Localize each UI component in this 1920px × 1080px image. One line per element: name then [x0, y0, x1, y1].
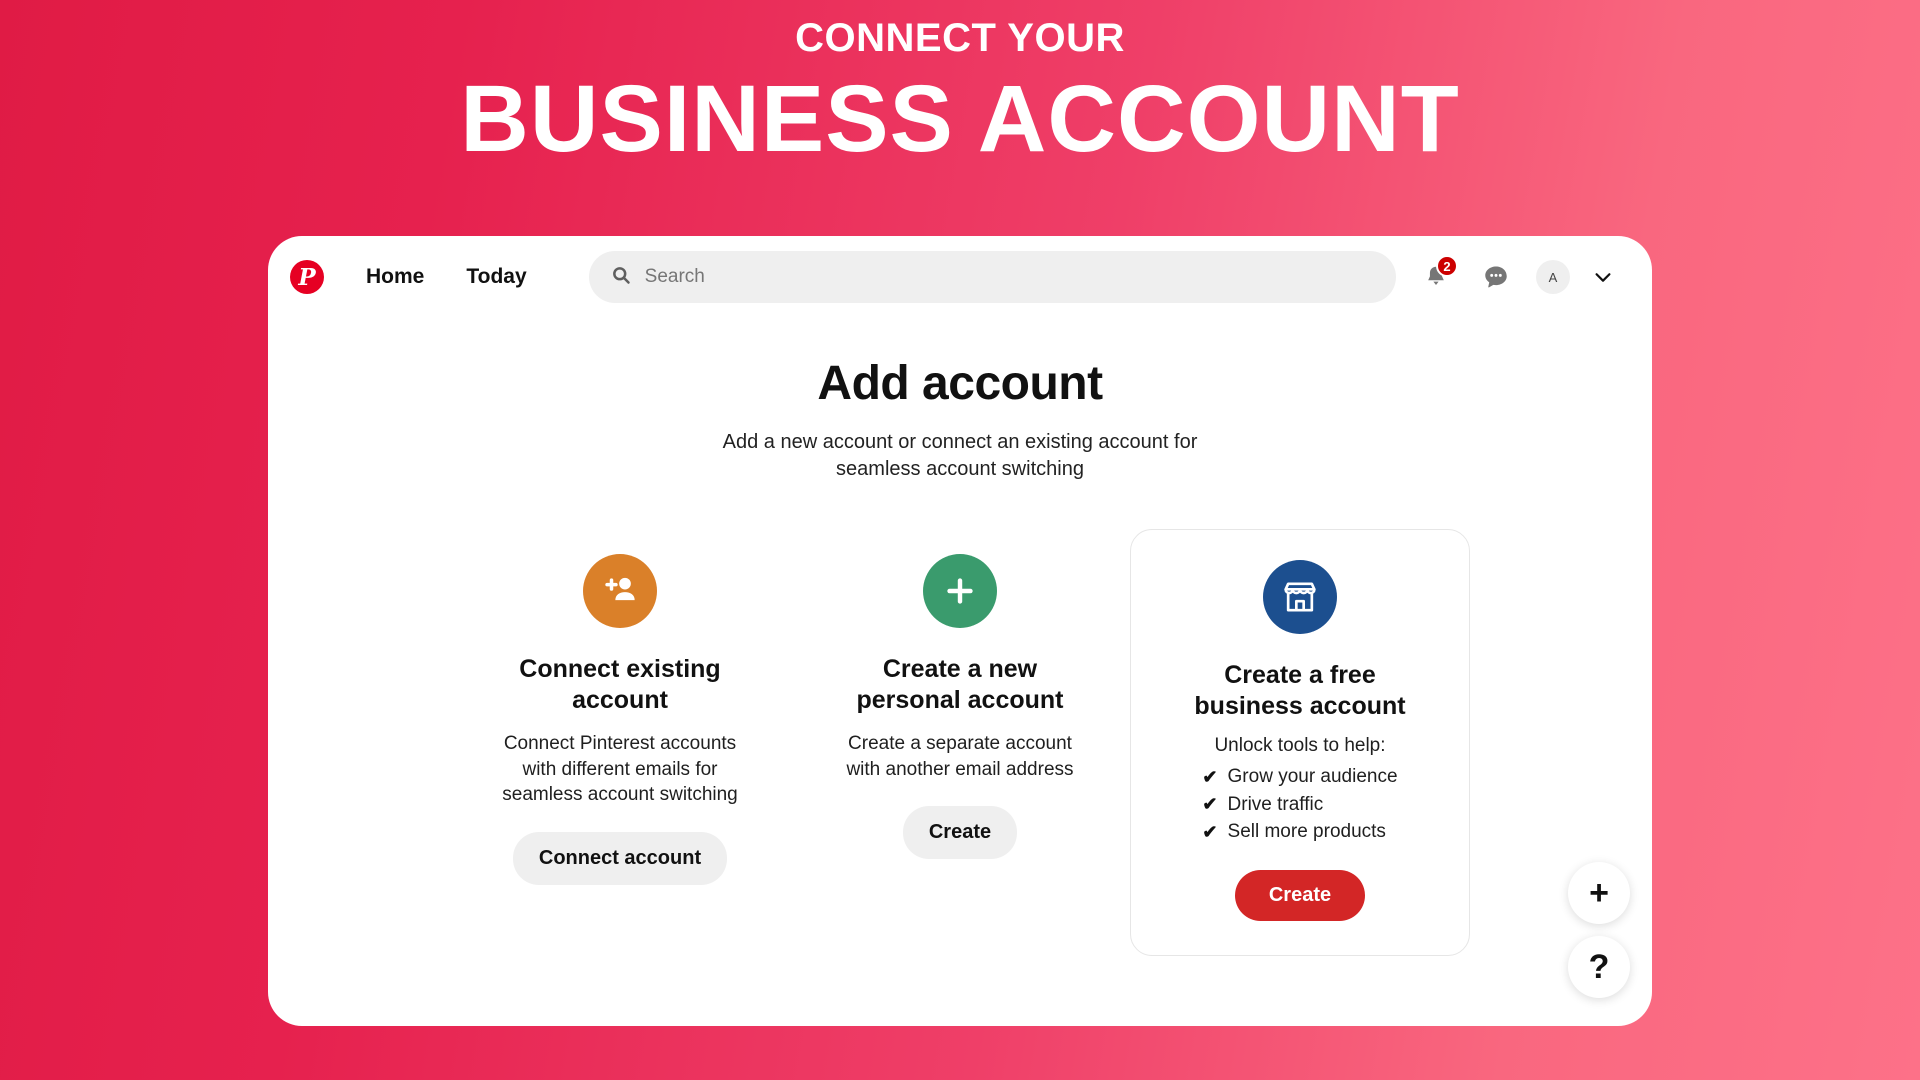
- check-icon: ✔: [1202, 766, 1218, 787]
- create-personal-account-button[interactable]: Create: [902, 806, 1018, 860]
- benefit-item: ✔ Drive traffic: [1202, 791, 1397, 819]
- messages-button[interactable]: [1476, 257, 1516, 297]
- account-menu-button[interactable]: [1590, 264, 1616, 290]
- nav-link-home[interactable]: Home: [352, 257, 438, 297]
- card-description: Create a separate account with another e…: [846, 733, 1074, 780]
- card-title: Create a new personal account: [856, 655, 1064, 714]
- promo-headline-main: BUSINESS ACCOUNT: [460, 66, 1460, 172]
- benefit-label: Sell more products: [1227, 821, 1386, 843]
- search-bar[interactable]: [588, 251, 1396, 303]
- pinterest-logo-icon[interactable]: P: [290, 260, 324, 294]
- navbar-actions: 2 A: [1416, 255, 1616, 297]
- avatar[interactable]: A: [1536, 260, 1570, 294]
- benefit-label: Grow your audience: [1227, 766, 1398, 787]
- benefit-item: ✔ Sell more products: [1202, 818, 1397, 846]
- main-content: Add account Add a new account or connect…: [268, 318, 1652, 956]
- promo-headline-top: CONNECT YOUR: [795, 16, 1125, 60]
- plus-icon: [923, 554, 997, 628]
- add-fab-button[interactable]: +: [1568, 862, 1630, 924]
- card-description: Connect Pinterest accounts with differen…: [502, 733, 738, 806]
- notifications-button[interactable]: 2: [1416, 255, 1458, 297]
- help-fab-button[interactable]: ?: [1568, 936, 1630, 998]
- page-subtitle: Add a new account or connect an existing…: [722, 431, 1198, 480]
- floating-action-buttons: + ?: [1568, 862, 1630, 998]
- person-add-icon: [583, 554, 657, 628]
- promo-header: CONNECT YOUR BUSINESS ACCOUNT: [0, 0, 1920, 170]
- card-create-personal-account[interactable]: Create a new personal account Create a s…: [790, 529, 1130, 882]
- benefits-heading: Unlock tools to help:: [1214, 735, 1386, 756]
- connect-account-button[interactable]: Connect account: [512, 831, 728, 885]
- search-icon: [611, 265, 631, 290]
- card-create-business-account[interactable]: Create a free business account Unlock to…: [1130, 529, 1470, 956]
- card-title: Create a free business account: [1194, 661, 1406, 720]
- benefits-list: Unlock tools to help: ✔ Grow your audien…: [1202, 735, 1397, 846]
- check-icon: ✔: [1202, 794, 1218, 815]
- navbar: P Home Today 2: [268, 236, 1652, 318]
- nav-link-today[interactable]: Today: [452, 257, 540, 297]
- check-icon: ✔: [1202, 821, 1218, 842]
- create-business-account-button[interactable]: Create: [1234, 869, 1366, 921]
- benefit-item: ✔ Grow your audience: [1202, 763, 1397, 791]
- notification-badge: 2: [1436, 255, 1458, 277]
- pinterest-app-panel: P Home Today 2: [268, 236, 1652, 1026]
- benefit-label: Drive traffic: [1227, 793, 1324, 815]
- search-input[interactable]: [644, 266, 1374, 288]
- card-connect-existing-account[interactable]: Connect existing account Connect Pintere…: [450, 529, 790, 908]
- storefront-icon: [1263, 560, 1337, 634]
- page-title: Add account: [817, 357, 1103, 410]
- account-options-list: Connect existing account Connect Pintere…: [318, 529, 1602, 956]
- card-title: Connect existing account: [519, 655, 721, 714]
